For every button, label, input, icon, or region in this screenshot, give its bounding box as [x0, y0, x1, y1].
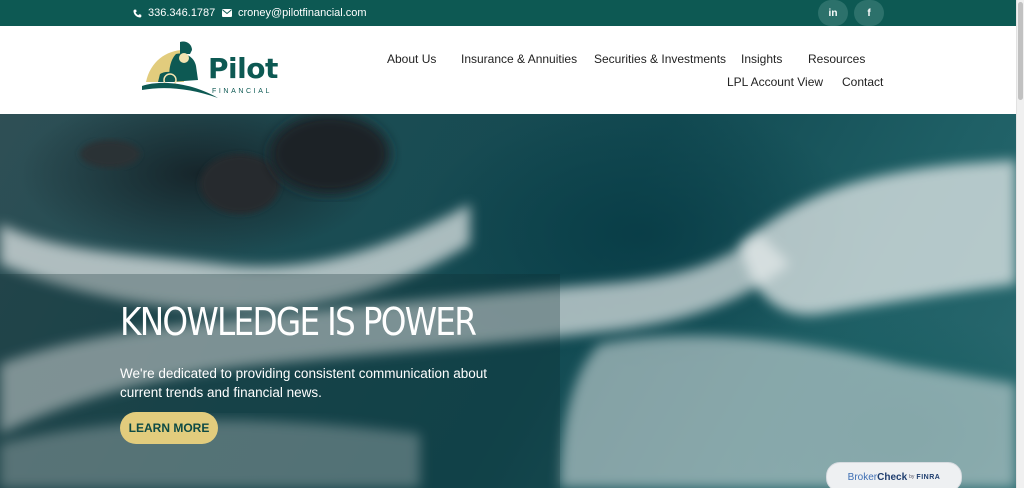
nav-insurance-annuities[interactable]: Insurance & Annuities: [461, 52, 577, 66]
brokercheck-part1: Broker: [847, 471, 878, 483]
email-address[interactable]: croney@pilotfinancial.com: [238, 7, 367, 19]
phone-contact[interactable]: 336.346.1787: [133, 0, 215, 26]
brokercheck-by: by: [909, 474, 915, 480]
pilot-financial-logo[interactable]: Pilot FINANCIAL: [140, 38, 278, 102]
brokercheck-part2: Check: [877, 471, 908, 483]
logo-wordmark: Pilot: [208, 52, 278, 85]
scrollbar-thumb[interactable]: [1018, 2, 1023, 100]
phone-number[interactable]: 336.346.1787: [148, 7, 215, 19]
nav-about-us[interactable]: About Us: [387, 52, 436, 66]
brokercheck-finra: FINRA: [916, 473, 941, 481]
phone-icon: [133, 8, 142, 18]
envelope-icon: [222, 9, 232, 17]
page-scrollbar[interactable]: [1016, 0, 1024, 488]
brokercheck-badge[interactable]: Broker Check by FINRA: [826, 462, 962, 488]
hero-banner: KNOWLEDGE IS POWER We're dedicated to pr…: [0, 114, 1016, 488]
top-bar: 336.346.1787 croney@pilotfinancial.com i…: [0, 0, 1016, 26]
logo-subtitle: FINANCIAL: [212, 88, 272, 95]
nav-contact[interactable]: Contact: [842, 75, 883, 89]
facebook-icon[interactable]: f: [854, 0, 884, 26]
learn-more-button[interactable]: LEARN MORE: [120, 412, 218, 444]
nav-resources[interactable]: Resources: [808, 52, 865, 66]
hero-description: We're dedicated to providing consistent …: [120, 366, 488, 400]
hero-title: KNOWLEDGE IS POWER: [120, 300, 477, 344]
email-contact[interactable]: croney@pilotfinancial.com: [222, 0, 367, 26]
nav-securities-investments[interactable]: Securities & Investments: [594, 52, 726, 66]
site-header: Pilot FINANCIAL About Us Insurance & Ann…: [0, 26, 1016, 114]
nav-insights[interactable]: Insights: [741, 52, 782, 66]
nav-lpl-account-view[interactable]: LPL Account View: [727, 75, 823, 89]
linkedin-icon[interactable]: in: [818, 0, 848, 26]
